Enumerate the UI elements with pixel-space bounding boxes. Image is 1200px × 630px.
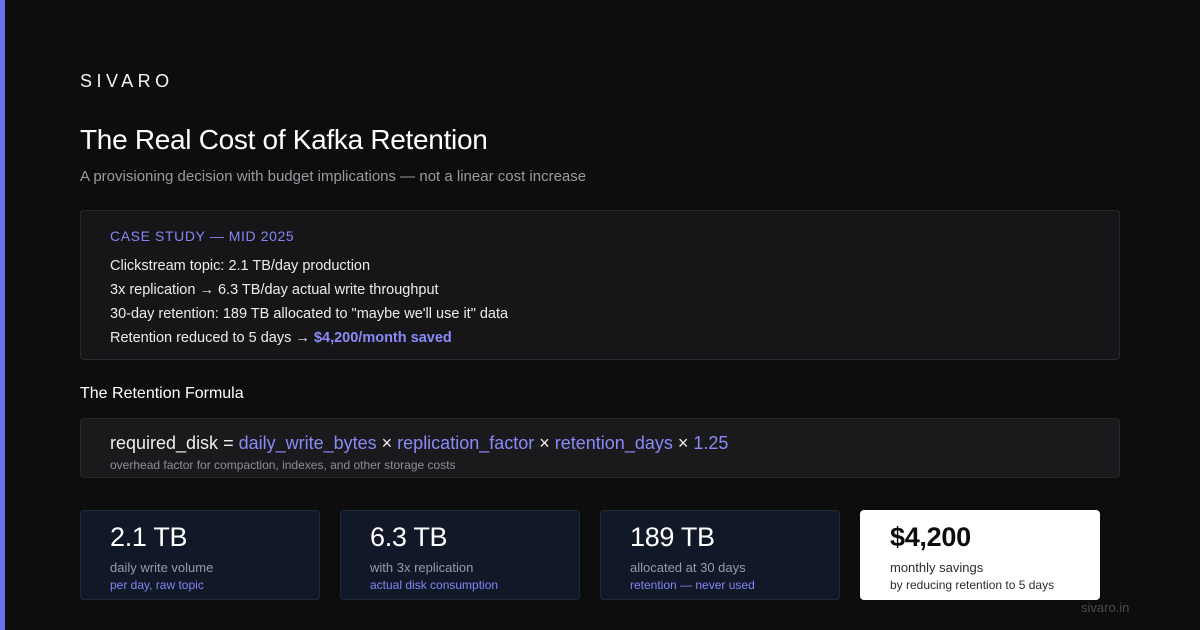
formula-heading: The Retention Formula: [80, 385, 244, 402]
stat-value: $4,200: [890, 522, 971, 552]
stat-sublabel: retention — never used: [630, 578, 755, 592]
page-subtitle: A provisioning decision with budget impl…: [80, 168, 587, 185]
formula-lhs: required_disk =: [110, 433, 239, 453]
stat-sublabel: per day, raw topic: [110, 578, 204, 592]
accent-bar: [0, 0, 5, 630]
case-study-label: CASE STUDY — MID 2025: [110, 228, 295, 244]
stat-card-allocated: 189 TB allocated at 30 days retention — …: [600, 510, 840, 600]
formula-note: overhead factor for compaction, indexes,…: [110, 458, 456, 472]
formula-term-retention-days: retention_days: [554, 433, 673, 453]
case-study-savings-highlight: $4,200/month saved: [313, 330, 452, 346]
stat-label: with 3x replication: [370, 560, 474, 575]
stat-value: 2.1 TB: [110, 522, 188, 552]
formula-term-replication-factor: replication_factor: [397, 433, 535, 453]
case-study-line-result: Retention reduced to 5 days → $4,200/mon…: [110, 326, 1090, 350]
stat-label: daily write volume: [110, 560, 214, 575]
stat-card-savings: $4,200 monthly savings by reducing reten…: [860, 510, 1100, 600]
stat-card-daily-volume: 2.1 TB daily write volume per day, raw t…: [80, 510, 320, 600]
case-study-line: 3x replication → 6.3 TB/day actual write…: [110, 282, 439, 298]
formula-term-daily-write-bytes: daily_write_bytes: [238, 433, 377, 453]
stat-label: monthly savings: [890, 560, 984, 575]
case-study-line: 30-day retention: 189 TB allocated to "m…: [110, 306, 509, 322]
formula-operator: ×: [672, 433, 694, 453]
stat-card-replication: 6.3 TB with 3x replication actual disk c…: [340, 510, 580, 600]
stat-sublabel: actual disk consumption: [370, 578, 499, 592]
footer-url: sivaro.in: [1081, 600, 1130, 615]
formula-expression: required_disk = daily_write_bytes × repl…: [110, 431, 1090, 455]
stat-sublabel: by reducing retention to 5 days: [890, 578, 1055, 592]
page-title: The Real Cost of Kafka Retention: [80, 124, 488, 155]
formula-operator: ×: [534, 433, 555, 453]
formula-operator: ×: [376, 433, 398, 453]
stat-value: 6.3 TB: [370, 522, 448, 552]
brand-logo: SIVARO: [80, 71, 174, 91]
formula-overhead-factor: 1.25: [693, 433, 729, 453]
stat-label: allocated at 30 days: [630, 560, 746, 575]
case-study-line: Clickstream topic: 2.1 TB/day production: [110, 258, 371, 274]
formula-panel: required_disk = daily_write_bytes × repl…: [80, 418, 1120, 478]
stat-value: 189 TB: [630, 522, 715, 552]
slide: SIVARO The Real Cost of Kafka Retention …: [0, 0, 1200, 630]
case-study-result-text: Retention reduced to 5 days →: [110, 330, 314, 346]
case-study-panel: CASE STUDY — MID 2025 Clickstream topic:…: [80, 210, 1120, 360]
